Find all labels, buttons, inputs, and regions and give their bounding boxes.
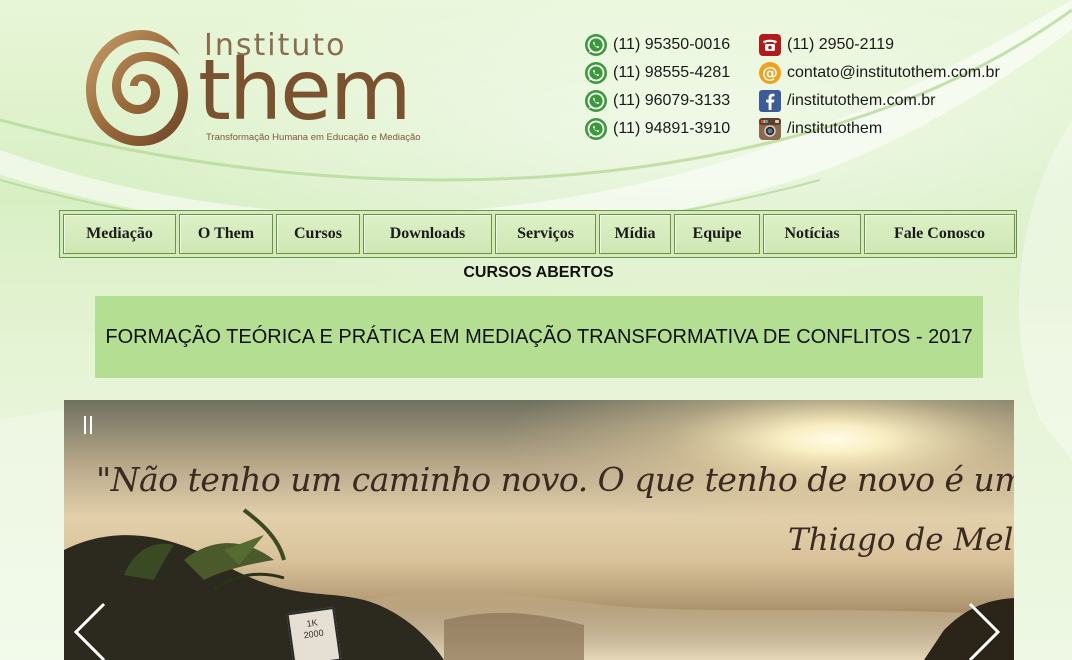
chevron-left-icon[interactable] (70, 600, 110, 660)
chevron-right-icon[interactable] (964, 600, 1004, 660)
milestone-marker: 1K 2000 (286, 606, 342, 660)
nav-item-noticias[interactable]: Notícias (763, 214, 861, 254)
milestone-text: 1K 2000 (302, 617, 325, 641)
pause-icon[interactable] (82, 416, 96, 434)
nav-item-midia[interactable]: Mídia (599, 214, 671, 254)
nav-item-servicos[interactable]: Serviços (495, 214, 596, 254)
nav-item-mediacao[interactable]: Mediação (63, 214, 176, 254)
slider-quote-author: Thiago de Mello (788, 522, 1014, 558)
telephone-icon (759, 34, 781, 56)
main-navigation: Mediação O Them Cursos Downloads Serviço… (59, 210, 1017, 258)
facebook-handle: /institutothem.com.br (787, 92, 936, 109)
email-icon: @ (759, 62, 781, 84)
featured-course-link[interactable]: FORMAÇÃO TEÓRICA E PRÁTICA EM MEDIAÇÃO T… (95, 296, 983, 378)
whatsapp-icon (585, 90, 607, 112)
contact-instagram[interactable]: /institutothem (758, 116, 882, 142)
nav-item-downloads[interactable]: Downloads (363, 214, 492, 254)
whatsapp-icon (585, 118, 607, 140)
facebook-icon (759, 90, 781, 112)
whatsapp-number: (11) 98555-4281 (613, 64, 731, 81)
contact-whatsapp-2[interactable]: (11) 98555-4281 (584, 60, 730, 86)
phone-number: (11) 2950-2119 (787, 36, 895, 53)
whatsapp-icon (585, 34, 607, 56)
logo-line2: them (198, 41, 412, 139)
nav-item-equipe[interactable]: Equipe (674, 214, 760, 254)
spiral-logo-icon (86, 30, 188, 146)
contact-whatsapp-3[interactable]: (11) 96079-3133 (584, 88, 730, 114)
contact-whatsapp-4[interactable]: (11) 94891-3910 (584, 116, 730, 142)
logo-tagline: Transformação Humana em Educação e Media… (206, 132, 421, 143)
slider-quote: "Não tenho um caminho novo. O que tenho … (96, 460, 1014, 499)
courses-section-title: CURSOS ABERTOS (463, 264, 614, 281)
contact-whatsapp-1[interactable]: (11) 95350-0016 (584, 32, 730, 58)
image-slider[interactable]: 1K 2000 "Não tenho um caminho novo. O qu… (64, 400, 1014, 660)
whatsapp-icon (585, 62, 607, 84)
institute-logo[interactable]: Instituto them Transformação Humana em E… (80, 22, 440, 152)
contact-phone[interactable]: (11) 2950-2119 (758, 32, 894, 58)
whatsapp-number: (11) 96079-3133 (613, 92, 731, 109)
email-address: contato@institutothem.com.br (787, 64, 1000, 81)
nav-item-cursos[interactable]: Cursos (276, 214, 360, 254)
svg-text:@: @ (762, 63, 778, 82)
whatsapp-number: (11) 94891-3910 (613, 120, 731, 137)
whatsapp-number: (11) 95350-0016 (613, 36, 731, 53)
nav-item-o-them[interactable]: O Them (179, 214, 273, 254)
instagram-icon (759, 118, 781, 140)
contact-email[interactable]: @ contato@institutothem.com.br (758, 60, 1000, 86)
instagram-handle: /institutothem (787, 120, 883, 137)
nav-item-fale-conosco[interactable]: Fale Conosco (864, 214, 1015, 254)
contact-facebook[interactable]: /institutothem.com.br (758, 88, 936, 114)
